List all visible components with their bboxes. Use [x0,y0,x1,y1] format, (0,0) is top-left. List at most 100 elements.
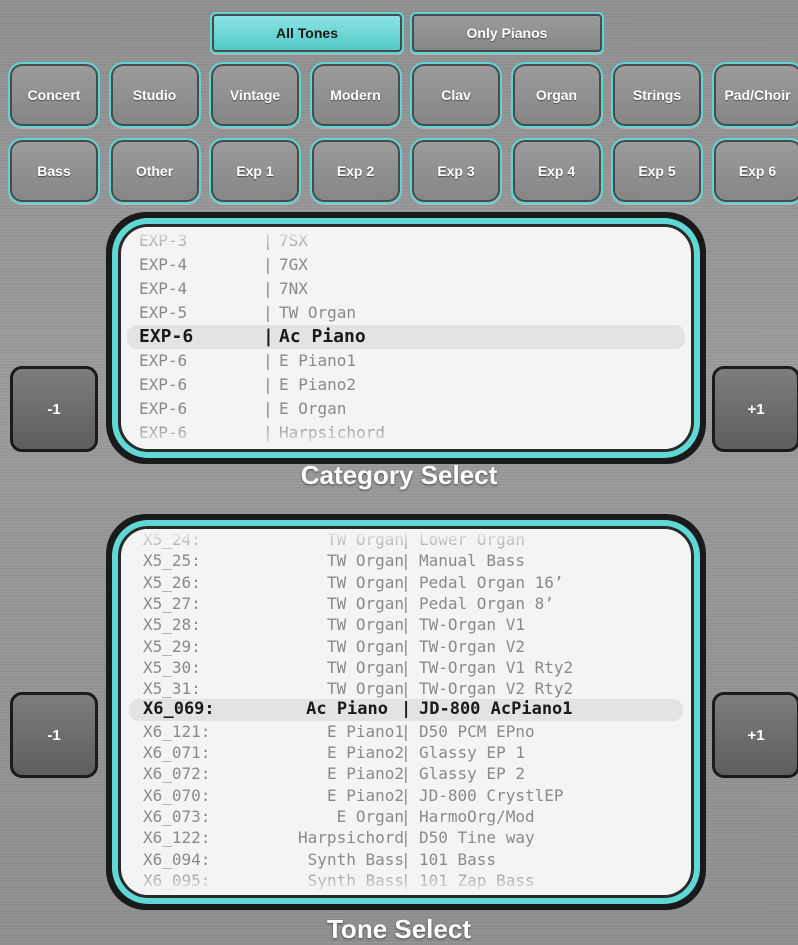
tone-row-separator: | [401,763,411,784]
tone-row[interactable]: X6_070: E Piano2| JD-800 CrystlEP [121,785,691,806]
category-row-sep: | [263,373,273,397]
all-tones-button[interactable]: All Tones [210,12,404,54]
tone-minus-button[interactable]: -1 [10,692,98,778]
tone-list[interactable]: X6_095:Synth Bass|101 Zap BassX6_094: Syn… [118,526,694,898]
tone-row[interactable]: X6_121:E Piano1|D50 PCM EPno [121,721,691,742]
tone-row[interactable]: X5_26:TW Organ|Pedal Organ 16’ [121,572,691,593]
category-row[interactable]: EXP-6|Synth Bass [121,445,691,452]
tone-row-name: Glassy EP 2 [419,763,525,784]
tone-row-category: TW Organ [327,593,404,614]
category-select-label: Category Select [0,460,798,491]
tone-row-id: X6_072: [143,763,210,784]
category-row-name: Harpsichord [279,421,385,445]
tone-row[interactable]: X6_071:E Piano2|Glassy EP 1 [121,742,691,763]
category-row-sep: | [263,397,273,421]
category-row-name: Ac Piano [279,325,366,349]
tone-row[interactable]: X6_073:E Organ|HarmoOrg/Mod [121,806,691,827]
tone-row-category: E Piano2 [327,785,404,806]
tone-row-category: E Piano2 [327,763,404,784]
category-row-sep: | [263,301,273,325]
tone-row-name: 101 Bass [419,849,496,870]
category-button-exp-1[interactable]: Exp 1 [209,138,301,204]
tone-row-id: X6_069: [143,699,215,720]
tone-row-id: X6_095: [143,870,210,891]
tone-row-separator: | [401,657,411,678]
tone-row[interactable]: X5_31:TW Organ|TW-Organ V2 Rty2 [121,678,691,699]
tone-row-id: X5_30: [143,657,201,678]
category-button-other[interactable]: Other [109,138,201,204]
category-button-vintage[interactable]: Vintage [209,62,301,128]
only-pianos-button[interactable]: Only Pianos [410,12,604,54]
category-button-exp-3[interactable]: Exp 3 [410,138,502,204]
tone-row[interactable]: X5_29:TW Organ|TW-Organ V2 [121,636,691,657]
tone-row[interactable]: X6_094: Synth Bass| 101 Bass [121,849,691,870]
tone-row-separator: | [401,785,411,806]
tone-row-name: Glassy EP 1 [419,742,525,763]
category-row-name: 7SX [279,229,308,253]
category-button-exp-4[interactable]: Exp 4 [511,138,603,204]
category-row-sep: | [263,325,274,349]
tone-row[interactable]: X6_095:Synth Bass|101 Zap Bass [121,870,691,891]
tone-row-name: Pedal Organ 8’ [419,593,554,614]
tone-row[interactable]: X5_27:TW Organ|Pedal Organ 8’ [121,593,691,614]
tone-row-name: D50 Tine way [419,827,535,848]
tone-row-selected[interactable]: X6_069:Ac Piano|JD-800 AcPiano1 [129,699,683,720]
category-row-sep: | [263,277,273,301]
category-button-strings[interactable]: Strings [611,62,703,128]
category-row[interactable]: EXP-3|7SX [121,229,691,253]
category-plus-button[interactable]: +1 [712,366,798,452]
category-button-concert[interactable]: Concert [8,62,100,128]
category-row-group: EXP-6 [139,373,187,397]
tone-row-id: X6_070: [143,785,210,806]
tone-row-id: X6_094: [143,849,210,870]
category-row[interactable]: EXP-6|Harpsichord [121,421,691,445]
category-button-bass[interactable]: Bass [8,138,100,204]
tone-row-category: E Piano1 [327,721,404,742]
tone-row-name: JD-800 CrystlEP [419,785,564,806]
tone-picker[interactable]: X6_095:Synth Bass|101 Zap BassX6_094: Syn… [106,514,706,910]
tone-row-id: X5_31: [143,678,201,699]
tone-row-category: TW Organ [327,550,404,571]
category-row-sep: | [263,421,273,445]
category-button-exp-5[interactable]: Exp 5 [611,138,703,204]
category-picker-ring: EXP-6|Synth BassEXP-6|HarpsichordEXP-6|E… [112,218,700,458]
tone-row-separator: | [401,870,411,891]
tone-row-separator: | [401,529,411,550]
category-button-organ[interactable]: Organ [511,62,603,128]
tone-row-id: X6_121: [143,721,210,742]
category-row[interactable]: EXP-4|7NX [121,277,691,301]
category-list[interactable]: EXP-6|Synth BassEXP-6|HarpsichordEXP-6|E… [118,224,694,452]
tone-row-separator: | [401,849,411,870]
category-row-sep: | [263,349,273,373]
category-row-name: E Organ [279,397,346,421]
tone-row-category: TW Organ [327,614,404,635]
category-row[interactable]: EXP-6|E Piano1 [121,349,691,373]
tone-row[interactable]: X6_122:Harpsichord|D50 Tine way [121,827,691,848]
category-row[interactable]: EXP-4|7GX [121,253,691,277]
tone-row-category: TW Organ [327,572,404,593]
category-button-pad-choir[interactable]: Pad/Choir [712,62,798,128]
category-button-clav[interactable]: Clav [410,62,502,128]
category-row-sep: | [263,229,273,253]
category-row[interactable]: EXP-6|E Organ [121,397,691,421]
category-picker[interactable]: EXP-6|Synth BassEXP-6|HarpsichordEXP-6|E… [106,212,706,464]
tone-plus-button[interactable]: +1 [712,692,798,778]
category-row-selected[interactable]: EXP-6|Ac Piano [127,325,685,349]
tone-row[interactable]: X5_24:TW Organ|Lower Organ [121,529,691,550]
category-button-exp-6[interactable]: Exp 6 [712,138,798,204]
category-row[interactable]: EXP-6|E Piano2 [121,373,691,397]
category-row-group: EXP-6 [139,349,187,373]
tone-row-id: X5_26: [143,572,201,593]
tone-row[interactable]: X5_25:TW Organ|Manual Bass [121,550,691,571]
tone-row[interactable]: X5_30:TW Organ|TW-Organ V1 Rty2 [121,657,691,678]
tone-row[interactable]: X6_072: E Piano2| Glassy EP 2 [121,763,691,784]
category-button-exp-2[interactable]: Exp 2 [310,138,402,204]
tone-row-category: Synth Bass [308,849,404,870]
tone-picker-ring: X6_095:Synth Bass|101 Zap BassX6_094: Syn… [112,520,700,904]
category-row-name: Synth Bass [279,445,375,452]
category-button-studio[interactable]: Studio [109,62,201,128]
category-row[interactable]: EXP-5|TW Organ [121,301,691,325]
tone-row[interactable]: X5_28:TW Organ|TW-Organ V1 [121,614,691,635]
category-button-modern[interactable]: Modern [310,62,402,128]
category-minus-button[interactable]: -1 [10,366,98,452]
